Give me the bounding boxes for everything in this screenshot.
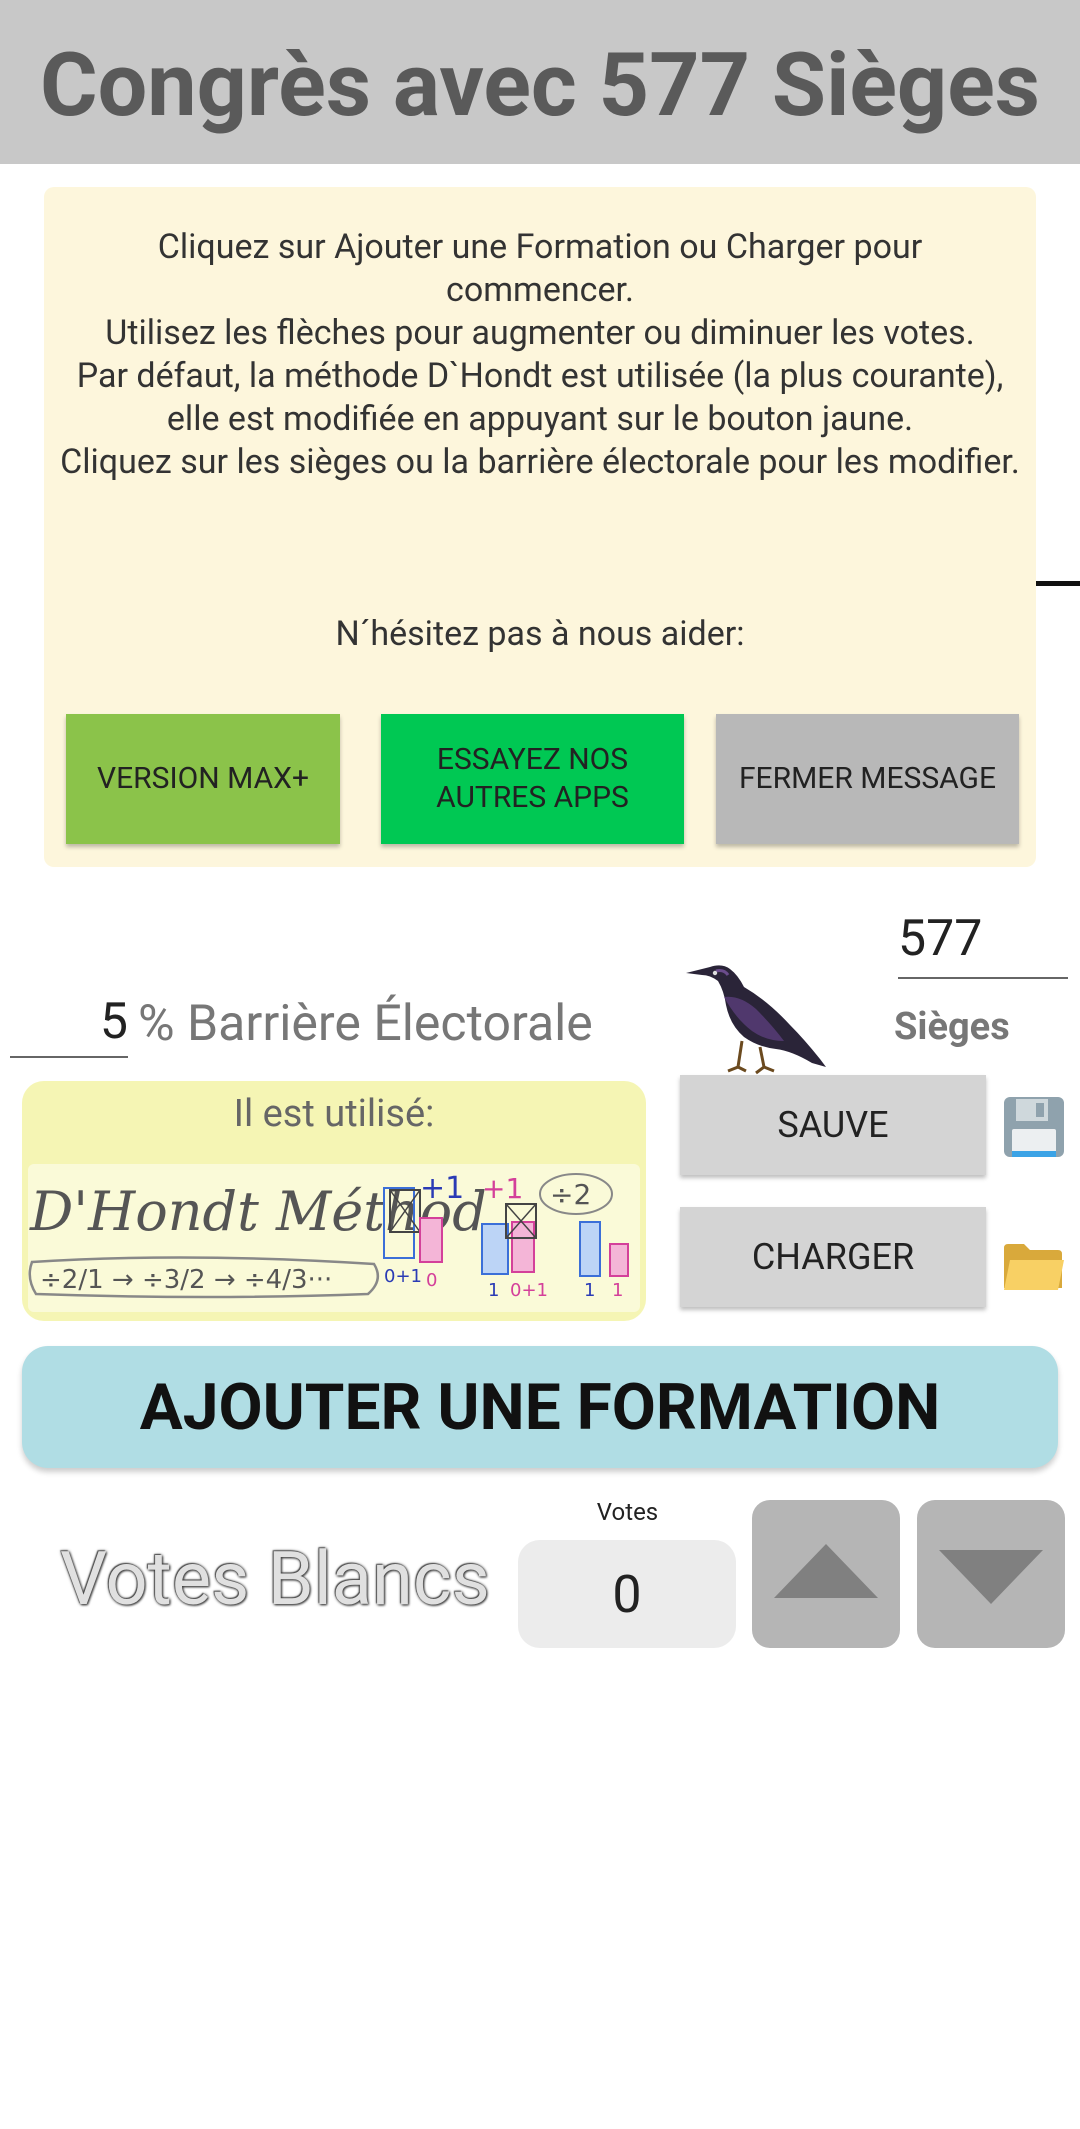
dhondt-method-illustration[interactable]: D'Hondt Méthod ÷2/1 → ÷3/2 → ÷4/3··· +1 … [28, 1164, 640, 1312]
threshold-input[interactable]: 5 [10, 990, 128, 1054]
votes-caption: Votes [596, 1498, 659, 1526]
message-line-4: Cliquez sur les sièges ou la barrière él… [60, 442, 1020, 482]
arrow-down-icon [939, 1550, 1043, 1604]
bar-label-a: 0+1 [384, 1266, 422, 1287]
edge-divider [1036, 581, 1080, 586]
blank-votes-label: Votes Blancs [60, 1536, 490, 1623]
folder-icon[interactable] [1002, 1238, 1066, 1294]
help-prompt: N´hésitez pas à nous aider: [335, 614, 745, 654]
page-title: Congrès avec 577 Sièges [40, 34, 1040, 137]
method-drawing: D'Hondt Méthod ÷2/1 → ÷3/2 → ÷4/3··· +1 … [28, 1171, 629, 1301]
add-formation-button[interactable]: AJOUTER UNE FORMATION [22, 1346, 1058, 1468]
decrease-votes-button[interactable] [917, 1500, 1065, 1648]
bar-label-b: 0 [426, 1270, 437, 1291]
seats-label: Sièges [894, 1005, 1010, 1049]
version-max-button[interactable]: VERSION MAX+ [66, 714, 340, 844]
floppy-disk-icon[interactable] [1002, 1095, 1066, 1159]
threshold-input-underline [10, 1056, 128, 1058]
method-sequence-text: ÷2/1 → ÷3/2 → ÷4/3··· [40, 1265, 332, 1295]
message-line-1: Cliquez sur Ajouter une Formation ou Cha… [157, 227, 923, 310]
method-title: Il est utilisé: [233, 1092, 435, 1136]
bar-label-d: 0+1 [510, 1280, 548, 1301]
plus-one-label-a: +1 [420, 1171, 464, 1206]
info-message-text: Cliquez sur Ajouter une Formation ou Cha… [60, 226, 1020, 484]
plus-one-label-b: +1 [482, 1172, 523, 1205]
save-button[interactable]: SAUVE [680, 1075, 986, 1175]
arrow-up-icon [774, 1544, 878, 1598]
divide-two-label: ÷2 [550, 1178, 591, 1211]
increase-votes-button[interactable] [752, 1500, 900, 1648]
message-line-2: Utilisez les flèches pour augmenter ou d… [105, 313, 975, 353]
message-line-3: Par défaut, la méthode D`Hondt est utili… [76, 356, 1004, 439]
blank-votes-input[interactable]: 0 [518, 1540, 736, 1648]
bar-label-f: 1 [612, 1280, 623, 1301]
seats-input[interactable]: 577 [898, 905, 1068, 973]
threshold-label: % Barrière Électorale [138, 995, 593, 1053]
load-button[interactable]: CHARGER [680, 1207, 986, 1307]
other-apps-button[interactable]: ESSAYEZ NOS AUTRES APPS [381, 714, 684, 844]
close-message-button[interactable]: FERMER MESSAGE [716, 714, 1019, 844]
bar-label-c: 1 [488, 1280, 499, 1301]
seats-input-underline [898, 977, 1068, 979]
starling-bird-icon [686, 965, 826, 1075]
bar-label-e: 1 [584, 1280, 595, 1301]
